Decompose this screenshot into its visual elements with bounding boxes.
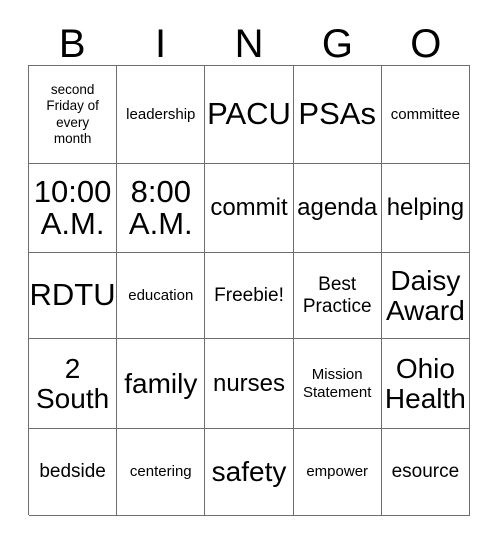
bingo-cell-label: 8:00 A.M. bbox=[128, 173, 193, 241]
bingo-cell-label: bedside bbox=[39, 461, 106, 483]
bingo-cell-label: 10:00 A.M. bbox=[33, 173, 112, 241]
bingo-cell-n5[interactable]: safety bbox=[205, 429, 294, 516]
bingo-cell-b3[interactable]: RDTU bbox=[29, 253, 118, 339]
bingo-cell-g5[interactable]: empower bbox=[293, 429, 382, 516]
bingo-cell-label: helping bbox=[386, 194, 465, 222]
bingo-cell-g3[interactable]: Best Practice bbox=[293, 253, 382, 339]
bingo-cell-label: empower bbox=[306, 463, 369, 481]
bingo-cell-label: Mission Statement bbox=[303, 365, 372, 401]
bingo-cell-o2[interactable]: helping bbox=[381, 164, 470, 253]
bingo-cell-g1[interactable]: PSAs bbox=[293, 66, 382, 164]
bingo-header-letter-n: N bbox=[234, 22, 264, 66]
bingo-cell-b5[interactable]: bedside bbox=[29, 429, 118, 516]
bingo-cell-label: commit bbox=[210, 194, 288, 222]
bingo-cell-label: PSAs bbox=[298, 96, 376, 132]
bingo-cell-label: RDTU bbox=[29, 277, 116, 313]
bingo-card: B I N G O second Friday of every month l… bbox=[0, 0, 500, 544]
bingo-cell-i2[interactable]: 8:00 A.M. bbox=[117, 164, 206, 253]
bingo-cell-i1[interactable]: leadership bbox=[117, 66, 206, 164]
bingo-header-letter-b: B bbox=[58, 22, 86, 66]
bingo-cell-label: esource bbox=[391, 461, 460, 483]
bingo-header-row: B I N G O bbox=[28, 18, 470, 65]
bingo-cell-i3[interactable]: education bbox=[117, 253, 206, 339]
bingo-cell-label: education bbox=[128, 286, 194, 304]
bingo-cell-label: Freebie! bbox=[214, 284, 284, 306]
bingo-cell-b4[interactable]: 2 South bbox=[29, 339, 118, 429]
bingo-cell-label: centering bbox=[129, 463, 192, 481]
bingo-cell-b2[interactable]: 10:00 A.M. bbox=[29, 164, 118, 253]
bingo-cell-n2[interactable]: commit bbox=[205, 164, 294, 253]
bingo-cell-label: leadership bbox=[126, 105, 196, 123]
bingo-cell-n3-free[interactable]: Freebie! bbox=[205, 253, 294, 339]
bingo-cell-label: Ohio Health bbox=[384, 353, 466, 414]
bingo-cell-i4[interactable]: family bbox=[117, 339, 206, 429]
bingo-grid: second Friday of every month leadership … bbox=[28, 65, 470, 516]
bingo-cell-label: agenda bbox=[297, 194, 378, 222]
bingo-cell-n1[interactable]: PACU bbox=[205, 66, 294, 164]
bingo-cell-i5[interactable]: centering bbox=[117, 429, 206, 516]
bingo-cell-label: nurses bbox=[212, 369, 286, 397]
bingo-cell-label: family bbox=[124, 367, 198, 399]
bingo-cell-label: Best Practice bbox=[302, 274, 372, 317]
bingo-cell-label: 2 South bbox=[36, 353, 110, 414]
bingo-cell-label: committee bbox=[390, 105, 460, 123]
bingo-cell-label: safety bbox=[211, 456, 287, 488]
bingo-cell-label: Daisy Award bbox=[385, 265, 465, 326]
bingo-cell-o5[interactable]: esource bbox=[381, 429, 470, 516]
bingo-cell-o3[interactable]: Daisy Award bbox=[381, 253, 470, 339]
bingo-cell-g2[interactable]: agenda bbox=[293, 164, 382, 253]
bingo-cell-n4[interactable]: nurses bbox=[205, 339, 294, 429]
bingo-cell-o1[interactable]: committee bbox=[381, 66, 470, 164]
bingo-cell-label: second Friday of every month bbox=[46, 81, 99, 146]
bingo-header-letter-g: G bbox=[321, 22, 353, 66]
bingo-cell-o4[interactable]: Ohio Health bbox=[381, 339, 470, 429]
bingo-cell-label: PACU bbox=[207, 96, 291, 132]
bingo-header-letter-i: I bbox=[155, 22, 167, 66]
bingo-header-letter-o: O bbox=[410, 22, 442, 66]
bingo-cell-b1[interactable]: second Friday of every month bbox=[29, 66, 118, 164]
bingo-cell-g4[interactable]: Mission Statement bbox=[293, 339, 382, 429]
